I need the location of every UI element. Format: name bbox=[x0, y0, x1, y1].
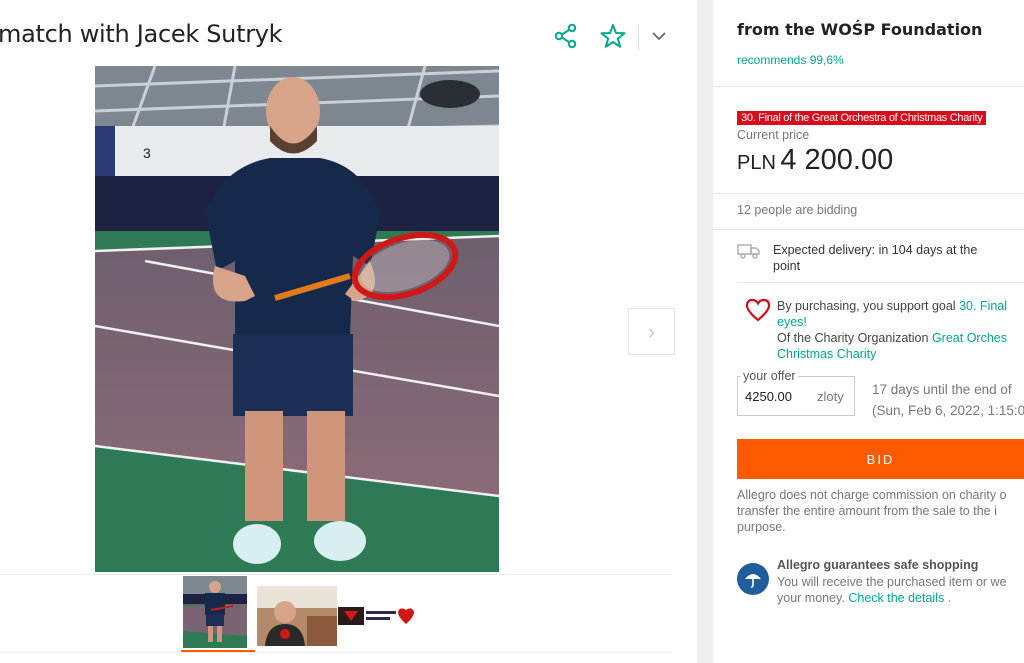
divider bbox=[737, 282, 1024, 283]
bidders-count[interactable]: 12 people are bidding bbox=[737, 203, 857, 217]
guarantee-period: . bbox=[947, 591, 952, 605]
main-photo[interactable]: 3 bbox=[95, 66, 499, 572]
thumbnail-man-in-office[interactable] bbox=[257, 586, 337, 646]
org-prefix: Of the Charity Organization bbox=[777, 331, 929, 345]
charity-goal-link[interactable]: 30. Final bbox=[959, 299, 1007, 313]
delivery-line: Expected delivery: in 104 days at the bbox=[773, 243, 978, 257]
bid-button[interactable]: BID bbox=[737, 439, 1024, 479]
your-offer-input[interactable]: 4250.00 bbox=[745, 389, 792, 404]
support-prefix: By purchasing, you support goal bbox=[777, 299, 956, 313]
commission-note: Allegro does not charge commission on ch… bbox=[737, 487, 1007, 535]
delivery-info[interactable]: Expected delivery: in 104 days at the po… bbox=[773, 242, 1013, 274]
divider bbox=[0, 652, 672, 653]
charity-badge: 30. Final of the Great Orchestra of Chri… bbox=[737, 111, 987, 125]
divider bbox=[0, 574, 672, 575]
thumbnail-wosp-logo[interactable] bbox=[338, 603, 418, 629]
seller-recommendation[interactable]: recommends 99,6% bbox=[737, 53, 844, 67]
page-title: match with Jacek Sutryk bbox=[0, 20, 283, 48]
auction-end-time: 17 days until the end of (Sun, Feb 6, 20… bbox=[872, 379, 1024, 421]
divider bbox=[638, 24, 639, 50]
commission-line: Allegro does not charge commission on ch… bbox=[737, 488, 1007, 502]
chevron-down-icon[interactable] bbox=[645, 22, 673, 50]
thumbnail-tennis-player[interactable] bbox=[183, 576, 247, 648]
share-icon[interactable] bbox=[552, 22, 580, 50]
truck-icon bbox=[737, 242, 761, 265]
guarantee-line: You will receive the purchased item or w… bbox=[777, 575, 1007, 589]
price-currency: PLN bbox=[737, 152, 776, 174]
purchase-panel: from the WOŚP Foundation recommends 99,6… bbox=[713, 0, 1024, 663]
guarantee-line: your money. bbox=[777, 591, 845, 605]
chevron-right-icon: › bbox=[647, 318, 656, 344]
star-icon[interactable] bbox=[599, 22, 627, 50]
delivery-line: point bbox=[773, 259, 801, 273]
charity-org-link[interactable]: Great Orches bbox=[932, 331, 1007, 345]
heart-icon bbox=[745, 298, 771, 327]
charity-support-text: By purchasing, you support goal 30. Fina… bbox=[777, 298, 1007, 362]
your-offer-label: your offer bbox=[741, 369, 798, 383]
divider bbox=[713, 229, 1024, 230]
check-details-link[interactable]: Check the details bbox=[848, 591, 944, 605]
charity-goal-link[interactable]: eyes! bbox=[777, 314, 1007, 330]
seller-name[interactable]: from the WOŚP Foundation bbox=[737, 20, 982, 39]
commission-line: purpose. bbox=[737, 520, 786, 534]
next-photo-button[interactable]: › bbox=[628, 308, 675, 355]
svg-text:3: 3 bbox=[143, 145, 151, 161]
divider bbox=[713, 193, 1024, 194]
price: PLN 4 200.00 bbox=[737, 144, 893, 177]
charity-org-link[interactable]: Christmas Charity bbox=[777, 346, 1007, 362]
commission-line: transfer the entire amount from the sale… bbox=[737, 504, 997, 518]
ends-line: 17 days until the end of bbox=[872, 382, 1012, 397]
your-offer-unit: zloty bbox=[817, 389, 844, 404]
guarantee-text: You will receive the purchased item or w… bbox=[777, 574, 1007, 606]
ends-line: (Sun, Feb 6, 2022, 1:15:0 bbox=[872, 403, 1024, 418]
guarantee-title: Allegro guarantees safe shopping bbox=[777, 558, 979, 572]
main-content: match with Jacek Sutryk 3 › bbox=[0, 0, 697, 663]
current-price-label: Current price bbox=[737, 128, 810, 142]
umbrella-icon bbox=[737, 563, 769, 595]
price-amount: 4 200.00 bbox=[780, 144, 894, 176]
divider bbox=[713, 86, 1024, 87]
